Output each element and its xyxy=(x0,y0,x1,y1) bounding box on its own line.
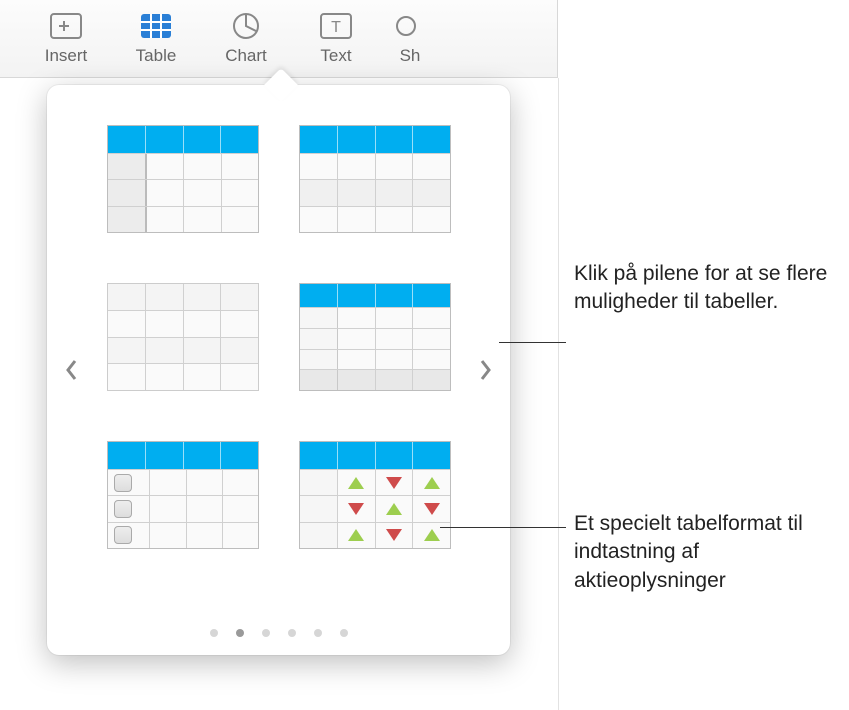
triangle-up-icon xyxy=(348,477,364,489)
table-style-option[interactable] xyxy=(107,441,259,549)
callout-arrows-text: Klik på pilene for at se flere mulighede… xyxy=(574,260,844,317)
toolbar-chart-button[interactable]: Chart xyxy=(210,10,282,66)
callout-leader-line xyxy=(440,527,566,528)
page-dot[interactable] xyxy=(262,629,270,637)
table-style-option[interactable] xyxy=(299,283,451,391)
toolbar-shape-label: Sh xyxy=(400,46,421,66)
triangle-down-icon xyxy=(386,529,402,541)
triangle-up-icon xyxy=(424,529,440,541)
page-dot[interactable] xyxy=(340,629,348,637)
insert-icon xyxy=(46,10,86,42)
triangle-up-icon xyxy=(386,503,402,515)
triangle-down-icon xyxy=(386,477,402,489)
checkbox-icon xyxy=(114,474,132,492)
toolbar-insert-label: Insert xyxy=(45,46,88,66)
popover-prev-arrow[interactable] xyxy=(57,350,85,390)
svg-text:T: T xyxy=(331,19,341,36)
callout-stocks-text: Et specielt tabelformat til indtastning … xyxy=(574,510,844,595)
triangle-down-icon xyxy=(424,503,440,515)
toolbar-chart-label: Chart xyxy=(225,46,267,66)
page-dot[interactable] xyxy=(314,629,322,637)
table-style-option[interactable] xyxy=(299,125,451,233)
toolbar: Insert Table Chart T Text Sh xyxy=(0,0,558,78)
popover-page-dots xyxy=(47,629,510,637)
page-dot[interactable] xyxy=(210,629,218,637)
table-icon xyxy=(136,10,176,42)
checkbox-icon xyxy=(114,500,132,518)
pane-divider xyxy=(558,78,559,710)
toolbar-shape-button[interactable]: Sh xyxy=(390,10,430,66)
checkbox-icon xyxy=(114,526,132,544)
toolbar-text-label: Text xyxy=(320,46,351,66)
text-icon: T xyxy=(316,10,356,42)
toolbar-table-button[interactable]: Table xyxy=(120,10,192,66)
page-dot[interactable] xyxy=(288,629,296,637)
chart-icon xyxy=(226,10,266,42)
table-style-option[interactable] xyxy=(107,283,259,391)
toolbar-text-button[interactable]: T Text xyxy=(300,10,372,66)
toolbar-table-label: Table xyxy=(136,46,177,66)
triangle-up-icon xyxy=(424,477,440,489)
triangle-down-icon xyxy=(348,503,364,515)
toolbar-insert-button[interactable]: Insert xyxy=(30,10,102,66)
popover-next-arrow[interactable] xyxy=(472,350,500,390)
shape-icon xyxy=(390,10,430,42)
triangle-up-icon xyxy=(348,529,364,541)
page-dot[interactable] xyxy=(236,629,244,637)
table-style-stocks-option[interactable] xyxy=(299,441,451,549)
table-styles-grid xyxy=(107,125,451,549)
table-styles-popover xyxy=(47,85,510,655)
table-style-option[interactable] xyxy=(107,125,259,233)
callout-leader-line xyxy=(499,342,566,343)
